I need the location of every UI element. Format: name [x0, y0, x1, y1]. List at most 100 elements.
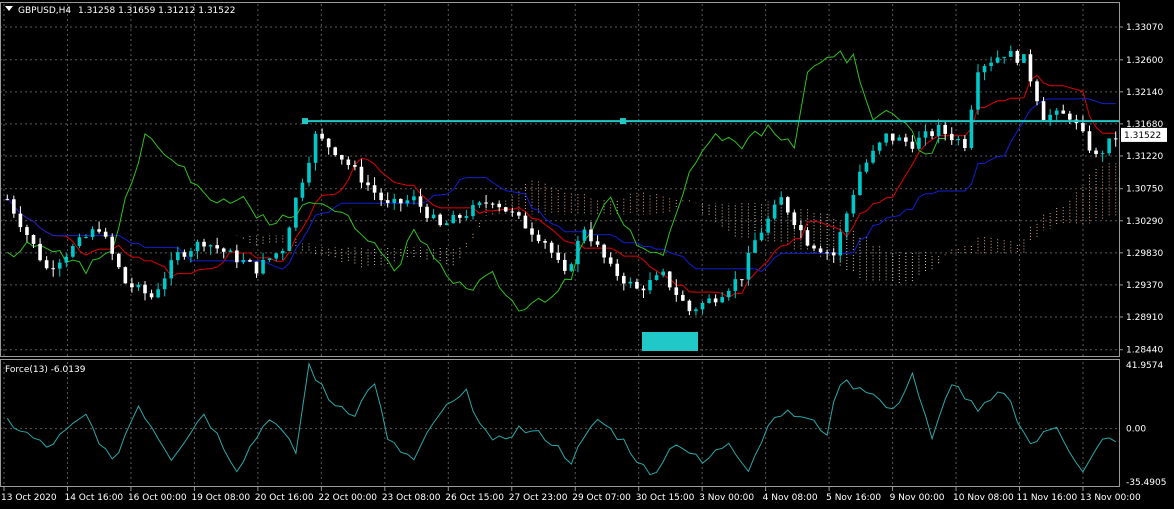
line-handle[interactable] [302, 118, 308, 125]
candle-body [536, 234, 541, 242]
candle-body [766, 218, 770, 233]
candle-body [1015, 51, 1020, 63]
candle-body [471, 205, 475, 217]
candle-body [674, 287, 679, 295]
candle-body [871, 150, 875, 163]
candle-body [792, 212, 797, 226]
candle-body [25, 227, 29, 236]
candle-body [779, 197, 784, 205]
candle-body [877, 142, 882, 151]
candle-body [654, 275, 659, 280]
candle-body [195, 241, 200, 252]
line-handle[interactable] [620, 118, 626, 125]
candle-body [143, 284, 147, 294]
candle-body [444, 223, 449, 226]
candle-body [287, 227, 292, 251]
candle-body [77, 237, 82, 247]
candle-body [71, 246, 75, 257]
candle-body [969, 109, 974, 148]
candle-body [1008, 51, 1013, 57]
candle-body [31, 235, 36, 244]
candle-body [943, 124, 947, 134]
current-price-value: 1.31522 [1124, 131, 1161, 141]
candle-body [602, 244, 606, 258]
candle-body [130, 283, 134, 288]
candle-body [897, 137, 902, 141]
candle-body [1068, 113, 1072, 120]
price-tick-label: 1.30750 [1126, 185, 1163, 195]
candle-body [628, 281, 633, 284]
candle-body [156, 289, 160, 298]
candle-body [379, 192, 383, 201]
candle-body [136, 284, 141, 288]
candle-body [864, 162, 869, 172]
candle-body [681, 294, 685, 301]
candle-body [549, 242, 554, 253]
candle-body [805, 230, 810, 246]
candle-body [700, 302, 705, 310]
candle-body [976, 72, 980, 110]
candle-body [1081, 123, 1085, 132]
candle-body [726, 290, 731, 298]
candle-body [412, 196, 416, 201]
candle-body [812, 245, 816, 249]
price-tick-label: 1.33070 [1126, 23, 1163, 33]
candle-body [1048, 114, 1052, 121]
candle-body [1054, 110, 1059, 115]
ohlc-label: 1.31258 1.31659 1.31212 1.31522 [78, 6, 235, 16]
candle-body [333, 147, 338, 156]
candle-body [530, 228, 534, 235]
candle-body [1061, 110, 1066, 114]
candle-body [569, 264, 574, 271]
candle-body [326, 138, 331, 148]
candle-body [64, 256, 69, 263]
candle-body [149, 293, 154, 298]
candle-body [241, 260, 246, 263]
time-tick-label: 22 Oct 00:00 [318, 493, 377, 503]
candle-body [1107, 138, 1111, 154]
candle-body [694, 309, 698, 312]
symbol-label: GBPUSD,H4 [18, 6, 71, 16]
candle-body [562, 259, 567, 271]
candle-body [176, 252, 180, 261]
candle-body [1087, 131, 1092, 151]
candle-body [753, 240, 757, 253]
candle-body [490, 203, 495, 205]
time-tick-label: 20 Oct 16:00 [255, 493, 314, 503]
force-indicator-label: Force(13) -6.0139 [5, 365, 86, 375]
candle-body [1002, 56, 1007, 58]
candle-body [366, 182, 370, 186]
candle-body [1100, 153, 1105, 155]
time-tick-label: 13 Nov 00:00 [1080, 493, 1141, 503]
candle-body [517, 212, 521, 216]
candle-body [123, 267, 128, 284]
chart[interactable]: GBPUSD,H4 1.31258 1.31659 1.31212 1.3152… [0, 0, 1174, 509]
candle-body [51, 268, 55, 270]
candle-body [661, 271, 665, 276]
candle-body [451, 214, 456, 224]
candle-body [359, 166, 364, 183]
candle-body [458, 214, 462, 218]
candle-body [956, 138, 961, 141]
candle-body [385, 200, 390, 203]
candle-body [845, 213, 849, 233]
price-tick-label: 1.29370 [1126, 281, 1163, 291]
candle-body [589, 229, 593, 242]
candle-body [57, 262, 62, 269]
time-tick-label: 16 Oct 00:00 [128, 493, 187, 503]
candle-body [707, 298, 711, 303]
candle-body [280, 250, 285, 254]
price-tick-label: 1.30290 [1126, 217, 1163, 227]
candle-body [320, 133, 324, 139]
candle-body [307, 162, 311, 183]
candle-body [884, 133, 888, 143]
candle-body [103, 231, 108, 237]
candle-body [608, 257, 613, 264]
highlight-box [642, 332, 698, 351]
candle-body [274, 253, 278, 259]
candle-body [963, 138, 967, 148]
candle-body [300, 182, 305, 198]
price-tick-label: 1.32140 [1126, 88, 1163, 98]
candle-body [228, 250, 233, 252]
candle-body [182, 252, 187, 257]
